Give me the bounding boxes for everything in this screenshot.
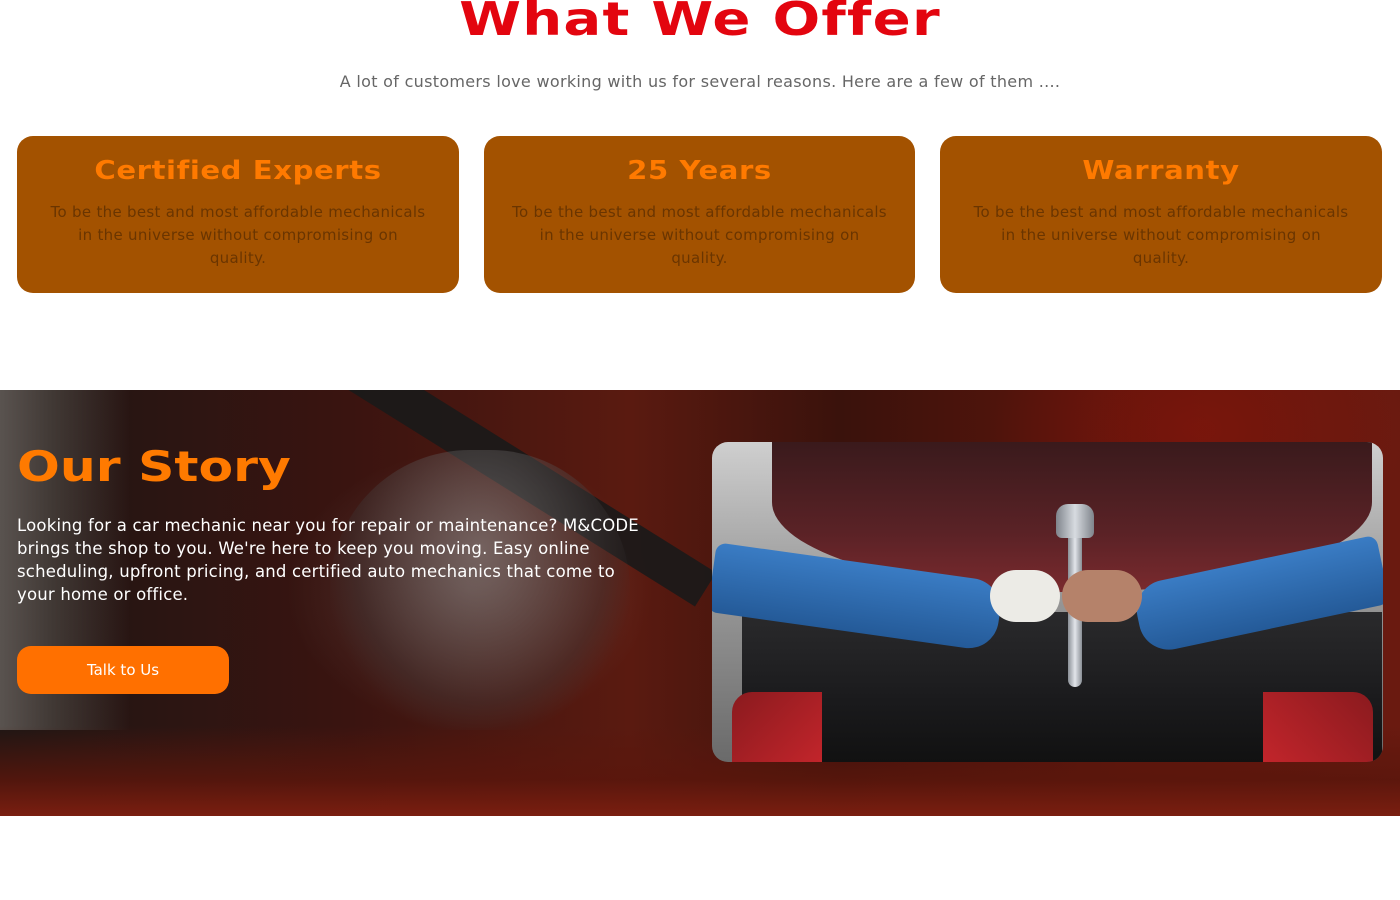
offer-card-title: Warranty bbox=[1082, 156, 1240, 186]
offer-section-title: What We Offer bbox=[459, 0, 941, 46]
photo-fender-left bbox=[732, 692, 822, 762]
our-story-section: Our Story Looking for a car mechanic nea… bbox=[0, 390, 1400, 816]
wrench-head-icon bbox=[1056, 504, 1094, 538]
offer-card-text: To be the best and most affordable mecha… bbox=[512, 203, 887, 267]
photo-fender-right bbox=[1263, 692, 1373, 762]
offer-card-warranty: Warranty To be the best and most afforda… bbox=[940, 136, 1382, 293]
mechanics-wrench-photo bbox=[712, 442, 1383, 762]
photo-gloved-hand bbox=[990, 570, 1060, 622]
our-story-title: Our Story bbox=[17, 442, 291, 491]
photo-bare-hand bbox=[1062, 570, 1142, 622]
offer-card-certified-experts: Certified Experts To be the best and mos… bbox=[17, 136, 459, 293]
offer-card-title: 25 Years bbox=[627, 156, 772, 186]
talk-to-us-button[interactable]: Talk to Us bbox=[17, 646, 229, 694]
our-story-text: Looking for a car mechanic near you for … bbox=[17, 516, 639, 604]
offer-card-title: Certified Experts bbox=[94, 156, 382, 186]
offer-card-text: To be the best and most affordable mecha… bbox=[973, 203, 1349, 267]
page: What We Offer A lot of customers love wo… bbox=[0, 0, 1400, 900]
offer-card-25-years: 25 Years To be the best and most afforda… bbox=[484, 136, 915, 293]
offer-section-subtitle: A lot of customers love working with us … bbox=[339, 72, 1061, 91]
offer-card-text: To be the best and most affordable mecha… bbox=[50, 203, 426, 267]
